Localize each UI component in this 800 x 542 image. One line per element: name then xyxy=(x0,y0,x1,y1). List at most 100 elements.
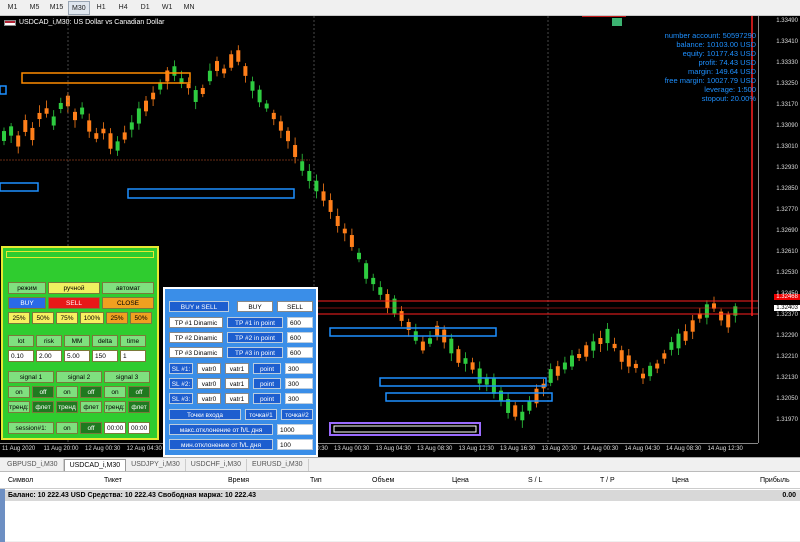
tp1-point-button[interactable]: TP #1 in point xyxy=(227,317,283,328)
delta-input[interactable]: 150 xyxy=(92,350,118,362)
sl1-value-input[interactable]: 300 xyxy=(285,363,313,374)
col-volume[interactable]: Объем xyxy=(372,477,394,484)
price-axis[interactable]: 1.33490 1.33410 1.33330 1.33250 1.33170 1.330… xyxy=(758,16,800,443)
min-deviation-input[interactable]: 100 xyxy=(277,439,313,450)
col-profit[interactable]: Прибыль xyxy=(760,477,790,484)
tf-mn[interactable]: MN xyxy=(179,1,200,15)
col-ticket[interactable]: Тикет xyxy=(104,477,122,484)
sell-button[interactable]: SELL xyxy=(48,297,100,309)
entry-point-1-button[interactable]: точка#1 xyxy=(245,409,277,420)
tp2-value-input[interactable]: 600 xyxy=(287,332,313,343)
tf-d1[interactable]: D1 xyxy=(135,1,156,15)
current-ask-label: 1.32468 xyxy=(774,294,800,300)
session-1-off[interactable]: off xyxy=(80,422,102,434)
buy-button[interactable]: BUY xyxy=(8,297,46,309)
tf-m1[interactable]: M1 xyxy=(2,1,23,15)
tab-eurusd[interactable]: EURUSD_i,M30 xyxy=(247,459,309,471)
sl3-point-button[interactable]: point xyxy=(253,393,281,404)
sl2-vatr0-button[interactable]: vatr0 xyxy=(197,378,221,389)
sl2-point-button[interactable]: point xyxy=(253,378,281,389)
session-1-end[interactable]: 00:00 xyxy=(128,422,150,434)
trend-1-label: тренд: xyxy=(8,401,30,413)
buy-toggle[interactable]: BUY xyxy=(237,301,273,312)
sl3-value-input[interactable]: 300 xyxy=(285,393,313,404)
tf-w1[interactable]: W1 xyxy=(157,1,178,15)
sl1-vatr1-button[interactable]: vatr1 xyxy=(225,363,249,374)
buy-and-sell-button[interactable]: BUY и SELL xyxy=(169,301,229,312)
tp3-point-button[interactable]: TP #3 in point xyxy=(227,347,283,358)
tp1-value-input[interactable]: 600 xyxy=(287,317,313,328)
manual-mode-button[interactable]: ручной xyxy=(48,282,100,294)
percent-25-button[interactable]: 25% xyxy=(8,312,30,324)
current-bid-label: 1.32403 xyxy=(774,305,800,311)
risk-input[interactable]: 2.00 xyxy=(36,350,62,362)
lot-input[interactable]: 0.10 xyxy=(8,350,34,362)
tp2-point-button[interactable]: TP #2 in point xyxy=(227,332,283,343)
price-tick-label: 1.32770 xyxy=(776,207,798,213)
tab-gbpusd[interactable]: GBPUSD_i,M30 xyxy=(2,459,64,471)
terminal-header: Символ Тикет Время Тип Объем Цена S / L … xyxy=(0,472,800,489)
flat-1-button[interactable]: флет xyxy=(32,401,54,413)
tab-usdjpy[interactable]: USDJPY_i,M30 xyxy=(126,459,186,471)
sl3-vatr0-button[interactable]: vatr0 xyxy=(197,393,221,404)
tp3-dynamic-button[interactable]: TP #3 Dinamic xyxy=(169,347,223,358)
percent-25-close-button[interactable]: 25% xyxy=(106,312,128,324)
price-chart[interactable]: USDCAD_i,M30: US Dollar vs Canadian Doll… xyxy=(0,16,800,457)
time-axis[interactable]: 11 Aug 2020 11 Aug 20:00 12 Aug 00:30 12 Au… xyxy=(0,443,758,457)
col-tp[interactable]: T / P xyxy=(600,477,615,484)
percent-75-button[interactable]: 75% xyxy=(56,312,78,324)
col-sl[interactable]: S / L xyxy=(528,477,542,484)
tf-m30[interactable]: M30 xyxy=(68,0,90,15)
percent-100-button[interactable]: 100% xyxy=(80,312,104,324)
max-deviation-input[interactable]: 1000 xyxy=(277,424,313,435)
percent-50-button[interactable]: 50% xyxy=(32,312,54,324)
price-tick-label: 1.31970 xyxy=(776,417,798,423)
sl2-vatr1-button[interactable]: vatr1 xyxy=(225,378,249,389)
col-price-current[interactable]: Цена xyxy=(672,477,689,484)
percent-50-close-button[interactable]: 50% xyxy=(130,312,152,324)
entry-point-2-button[interactable]: точка#2 xyxy=(281,409,313,420)
sl1-point-button[interactable]: point xyxy=(253,363,281,374)
sl2-value-input[interactable]: 300 xyxy=(285,378,313,389)
tf-h1[interactable]: H1 xyxy=(91,1,112,15)
mode-label: режим xyxy=(8,282,46,294)
signal-3-on[interactable]: on xyxy=(104,386,126,398)
trend-2-button[interactable]: тренд xyxy=(56,401,78,413)
col-time[interactable]: Время xyxy=(228,477,249,484)
col-type[interactable]: Тип xyxy=(310,477,322,484)
sl1-vatr0-button[interactable]: vatr0 xyxy=(197,363,221,374)
tp2-dynamic-button[interactable]: TP #2 Dinamic xyxy=(169,332,223,343)
tab-usdchf[interactable]: USDCHF_i,M30 xyxy=(186,459,247,471)
tp1-dynamic-button[interactable]: TP #1 Dinamic xyxy=(169,317,223,328)
time-tick-label: 13 Aug 12:30 xyxy=(458,446,494,452)
price-tick-label: 1.32610 xyxy=(776,249,798,255)
balance-row: Баланс: 10 222.43 USD Средства: 10 222.4… xyxy=(0,490,800,501)
tp3-value-input[interactable]: 600 xyxy=(287,347,313,358)
session-1-on[interactable]: on xyxy=(56,422,78,434)
sl3-vatr1-button[interactable]: vatr1 xyxy=(225,393,249,404)
flat-2-button[interactable]: флет xyxy=(80,401,102,413)
tf-h4[interactable]: H4 xyxy=(113,1,134,15)
signal-2-off[interactable]: off xyxy=(80,386,102,398)
tab-usdcad[interactable]: USDCAD_i,M30 xyxy=(63,459,127,471)
signal-1-on[interactable]: on xyxy=(8,386,30,398)
flat-3-button[interactable]: флет xyxy=(128,401,150,413)
signal-3-off[interactable]: off xyxy=(128,386,150,398)
price-tick-label: 1.32370 xyxy=(776,312,798,318)
signal-1-off[interactable]: off xyxy=(32,386,54,398)
time-input[interactable]: 1 xyxy=(120,350,146,362)
time-tick-label: 14 Aug 08:30 xyxy=(666,446,702,452)
tf-m15[interactable]: M15 xyxy=(46,1,67,15)
session-1-start[interactable]: 00:00 xyxy=(104,422,126,434)
risk-label: risk xyxy=(36,335,62,347)
auto-mode-button[interactable]: автомат xyxy=(102,282,154,294)
col-symbol[interactable]: Символ xyxy=(8,477,33,484)
mm-input[interactable]: 5.00 xyxy=(64,350,90,362)
tf-m5[interactable]: M5 xyxy=(24,1,45,15)
col-price[interactable]: Цена xyxy=(452,477,469,484)
close-button[interactable]: CLOSE xyxy=(102,297,154,309)
price-tick-label: 1.32210 xyxy=(776,354,798,360)
account-profit: profit: 74.43 USD xyxy=(698,58,756,67)
sell-toggle[interactable]: SELL xyxy=(277,301,313,312)
signal-2-on[interactable]: on xyxy=(56,386,78,398)
